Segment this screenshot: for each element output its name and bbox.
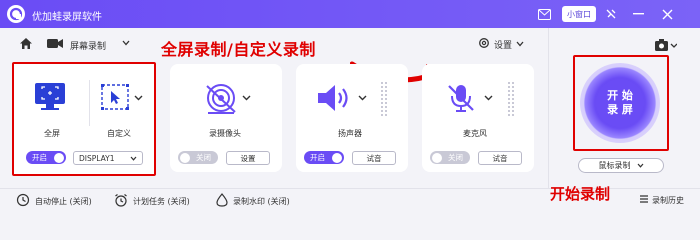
mic-muted-icon[interactable] — [446, 83, 476, 116]
chevron-down-icon[interactable] — [242, 94, 251, 104]
history-label: 录制历史 — [652, 195, 684, 205]
webcam-icon[interactable] — [204, 83, 238, 118]
fullscreen-label: 全屏 — [44, 129, 60, 138]
mini-window-button[interactable]: 小窗口 — [562, 6, 596, 22]
speaker-volume-meter — [385, 82, 387, 118]
mic-toggle[interactable]: 关闭 — [430, 151, 470, 164]
settings-button[interactable]: 设置 — [478, 37, 524, 52]
auto-stop-label: 自动停止 (关闭) — [35, 196, 92, 206]
schedule-label: 计划任务 (关闭) — [133, 196, 190, 206]
panel-divider — [548, 28, 549, 188]
start-record-text: 录 屏 — [607, 103, 633, 116]
mic-label: 麦克风 — [463, 129, 487, 138]
speaker-label: 扬声器 — [338, 129, 362, 138]
monitor-icon — [35, 83, 65, 114]
schedule-option[interactable]: 计划任务 (关闭) — [114, 193, 190, 209]
chevron-down-icon[interactable] — [358, 94, 367, 104]
display-select[interactable]: DISPLAY1 — [73, 151, 143, 165]
home-icon[interactable] — [19, 37, 33, 53]
cursor-select-icon — [101, 84, 129, 113]
mail-icon[interactable] — [536, 6, 552, 22]
screen-toggle[interactable]: 开启 — [26, 151, 66, 164]
video-camera-icon — [47, 38, 63, 52]
chevron-down-icon — [637, 161, 644, 170]
camera-toggle[interactable]: 关闭 — [178, 151, 218, 164]
toggle-label: 开启 — [32, 153, 47, 162]
annotation-bottom: 开始录制 — [550, 185, 611, 203]
mic-test-button[interactable]: 试音 — [478, 151, 522, 165]
chevron-down-icon[interactable] — [134, 94, 143, 104]
app-logo-icon — [7, 5, 25, 23]
toggle-label: 关闭 — [196, 153, 211, 162]
mouse-record-label: 鼠标录制 — [598, 161, 631, 170]
screenshot-button[interactable] — [655, 39, 678, 54]
mic-volume-meter[interactable] — [508, 82, 510, 118]
chevron-down-icon — [130, 154, 137, 163]
close-icon[interactable] — [659, 6, 675, 22]
mic-volume-meter — [512, 82, 514, 118]
toggle-label: 开启 — [310, 153, 325, 162]
speaker-volume-meter[interactable] — [381, 82, 383, 118]
mouse-record-select[interactable]: 鼠标录制 — [578, 158, 664, 173]
minimize-icon[interactable] — [630, 6, 646, 22]
watermark-icon — [216, 193, 228, 209]
clock-icon — [16, 193, 30, 209]
app-title: 优加蛙录屏软件 — [32, 12, 102, 23]
alarm-clock-icon — [114, 193, 128, 209]
fullscreen-option[interactable] — [35, 83, 65, 114]
custom-area-option[interactable] — [101, 84, 129, 113]
chevron-down-icon[interactable] — [484, 94, 493, 104]
chevron-down-icon[interactable] — [122, 39, 130, 48]
chevron-down-icon — [516, 40, 524, 50]
display-value: DISPLAY1 — [79, 153, 115, 163]
auto-stop-option[interactable]: 自动停止 (关闭) — [16, 193, 92, 209]
camera-label: 录摄像头 — [209, 129, 241, 138]
speaker-icon[interactable] — [318, 84, 352, 115]
screen-card-divider — [89, 80, 90, 126]
toggle-label: 关闭 — [448, 153, 463, 162]
start-record-text: 开 始 — [607, 88, 633, 102]
camera-settings-button[interactable]: 设置 — [226, 151, 270, 165]
settings-label: 设置 — [494, 41, 513, 51]
record-mode-label[interactable]: 屏幕录制 — [70, 39, 106, 52]
speaker-toggle[interactable]: 开启 — [304, 151, 344, 164]
watermark-label: 录制水印 (关闭) — [233, 196, 290, 206]
annotation-top: 全屏录制/自定义录制 — [161, 40, 316, 59]
gear-icon — [478, 37, 490, 52]
start-record-button[interactable]: 开 始 录 屏 — [580, 63, 660, 143]
pin-icon[interactable] — [603, 6, 619, 22]
record-history-link[interactable]: 录制历史 — [639, 194, 684, 206]
history-icon — [639, 194, 649, 206]
speaker-test-button[interactable]: 试音 — [352, 151, 396, 165]
start-record-inner: 开 始 录 屏 — [596, 79, 644, 127]
watermark-option[interactable]: 录制水印 (关闭) — [216, 193, 290, 209]
camera-icon — [655, 39, 678, 54]
custom-label: 自定义 — [107, 129, 131, 138]
